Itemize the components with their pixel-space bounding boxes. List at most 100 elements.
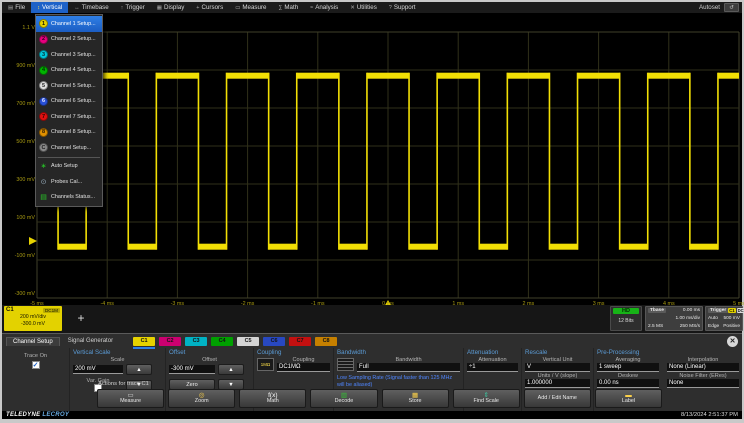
action-buttons-row: ▭Measure◎Zoomf(x)Math▥Decode ▦Store⇕Find … — [97, 389, 662, 408]
trigger-label: Trigger — [708, 308, 728, 313]
dropdown-item-channel-4-setup[interactable]: 4Channel 4 Setup... — [36, 63, 102, 79]
close-panel-button[interactable]: ✕ — [727, 336, 738, 347]
action-button-zoom[interactable]: ◎Zoom — [168, 389, 235, 408]
hd-badge: HD — [613, 308, 639, 314]
dropdown-item-probes-cal[interactable]: ⊙Probes Cal... — [36, 174, 102, 190]
action-button-label[interactable]: ▬Label — [595, 389, 662, 408]
action-button-add-edit-name[interactable]: Add / Edit Name — [524, 389, 591, 408]
menu-item-vertical[interactable]: ↕Vertical — [31, 2, 68, 13]
file-icon: ▤ — [8, 5, 13, 11]
brand-lecroy: LECROY — [42, 412, 69, 418]
clock: 8/13/2024 2:51:37 PM — [681, 412, 738, 418]
waveform-display[interactable]: 1.1 V900 mV700 mV500 mV300 mV100 mV-100 … — [2, 13, 742, 305]
channel-button-c3[interactable]: C3 — [185, 337, 207, 346]
dropdown-item-channel-5-setup[interactable]: 5Channel 5 Setup... — [36, 78, 102, 94]
trigger-descriptor[interactable]: Trigger C1 DC Auto500 mV EdgePositive — [705, 306, 743, 331]
interpolation-select[interactable]: None (Linear) — [667, 363, 739, 372]
y-tick-label: -300 mV — [2, 291, 35, 297]
channel-button-c1[interactable]: C1 — [133, 337, 155, 346]
channel-5-badge-icon: 5 — [39, 81, 48, 90]
bandwidth-select[interactable]: Full — [357, 363, 460, 372]
slope-input[interactable]: 1.000000 — [525, 379, 590, 388]
add-trace-button[interactable]: + — [72, 309, 90, 327]
rescale-header: Rescale — [525, 349, 590, 356]
deskew-input[interactable]: 0.00 ns — [597, 379, 659, 388]
menu-item-timebase[interactable]: ↔Timebase — [68, 2, 114, 13]
dropdown-item-channel-1-setup[interactable]: 1Channel 1 Setup... — [36, 16, 102, 32]
timebase-descriptor[interactable]: Tbase0.00 ms 1.00 ms/div 2.5 MS250 MS/s — [645, 306, 703, 331]
arrow-up-icon: ▲ — [228, 367, 233, 373]
dropdown-item-channel-6-setup[interactable]: 6Channel 6 Setup... — [36, 94, 102, 110]
attenuation-select[interactable]: ÷1 — [467, 363, 518, 372]
channel-8-badge-icon: 8 — [39, 128, 48, 137]
action-button-measure[interactable]: ▭Measure — [97, 389, 164, 408]
action-button-find-scale[interactable]: ⇕Find Scale — [453, 389, 520, 408]
vertical-unit-input[interactable]: V — [525, 363, 590, 372]
dropdown-item-auto-setup[interactable]: ∗Auto Setup — [36, 159, 102, 175]
attenuation-header: Attenuation — [467, 349, 518, 356]
autoset-button[interactable]: Autoset — [699, 4, 720, 11]
menu-item-utilities[interactable]: ✕Utilities — [344, 2, 383, 13]
dropdown-item-channel-3-setup[interactable]: 3Channel 3 Setup... — [36, 47, 102, 63]
display-icon: ▦ — [157, 5, 162, 11]
y-tick-label: -100 mV — [2, 253, 35, 259]
menu-item-cursors[interactable]: +Cursors — [190, 2, 229, 13]
probes-cal-icon: ⊙ — [39, 178, 48, 186]
channel-button-c4[interactable]: C4 — [211, 337, 233, 346]
channel-4-badge-icon: 4 — [39, 66, 48, 75]
channel-c1-descriptor[interactable]: C1 DC1M 200 mV/div -300.0 mV — [4, 306, 62, 331]
menu-item-measure[interactable]: ▭Measure — [229, 2, 272, 13]
channel-3-badge-icon: 3 — [39, 50, 48, 59]
offset-input[interactable]: -300 mV — [169, 365, 215, 374]
averaging-input[interactable]: 1 sweep — [597, 363, 659, 372]
dropdown-item-channels-status[interactable]: ▤Channels Status... — [36, 190, 102, 206]
actions-for-trace-label: Actions for trace C1 — [98, 381, 149, 387]
c1-scale: 200 mV/div — [6, 314, 60, 320]
menu-item-file[interactable]: ▤File — [2, 2, 31, 13]
menu-item-analysis[interactable]: ≈Analysis — [304, 2, 344, 13]
undo-autoset-button[interactable]: ↺ — [724, 3, 739, 12]
offset-up-button[interactable]: ▲ — [218, 364, 244, 375]
menu-item-math[interactable]: ∑Math — [272, 2, 304, 13]
timebase-icon: ↔ — [74, 5, 80, 11]
c1-zero-level-marker — [29, 237, 37, 245]
action-button-decode[interactable]: ▥Decode — [310, 389, 377, 408]
channel-button-c5[interactable]: C5 — [237, 337, 259, 346]
hd-bits: 12 Bits — [618, 318, 633, 324]
y-tick-label: 900 mV — [2, 63, 35, 69]
scale-input[interactable]: 200 mV — [73, 365, 123, 374]
menu-item-support[interactable]: ?Support — [383, 2, 422, 13]
channel-button-c2[interactable]: C2 — [159, 337, 181, 346]
descriptor-row: C1 DC1M 200 mV/div -300.0 mV + HD 12 Bit… — [2, 305, 742, 333]
coupling-select[interactable]: DC1MΩ — [277, 363, 330, 372]
channel-button-c6[interactable]: C6 — [263, 337, 285, 346]
tab-channel-setup[interactable]: Channel Setup — [6, 337, 60, 346]
channel-1-badge-icon: 1 — [39, 19, 48, 28]
dropdown-item-channel-setup[interactable]: CChannel Setup... — [36, 140, 102, 156]
brand-teledyne: TELEDYNE — [6, 412, 40, 418]
dropdown-item-channel-7-setup[interactable]: 7Channel 7 Setup... — [36, 109, 102, 125]
menu-bar: ▤File↕Vertical↔Timebase↑Trigger▦Display+… — [2, 2, 742, 13]
analysis-icon: ≈ — [310, 5, 313, 11]
channel-button-c8[interactable]: C8 — [315, 337, 337, 346]
menu-item-display[interactable]: ▦Display — [151, 2, 191, 13]
noise-filter-select[interactable]: None — [667, 379, 739, 388]
tab-signal-generator[interactable]: Signal Generator — [62, 337, 119, 345]
dropdown-item-channel-2-setup[interactable]: 2Channel 2 Setup... — [36, 32, 102, 48]
trigger-type: Edge — [708, 324, 719, 329]
trigger-slope: Positive — [723, 324, 740, 329]
scale-up-button[interactable]: ▲ — [126, 364, 152, 375]
sampling-warning: Low Sampling Rate (Signal faster than 12… — [337, 375, 460, 389]
menu-item-trigger[interactable]: ↑Trigger — [115, 2, 151, 13]
measure-icon: ▭ — [235, 5, 240, 11]
channel-button-c7[interactable]: C7 — [289, 337, 311, 346]
action-button-math[interactable]: f(x)Math — [239, 389, 306, 408]
menu-right: Autoset ↺ — [699, 2, 742, 13]
channel-c-badge-icon: C — [39, 143, 48, 152]
dropdown-item-channel-8-setup[interactable]: 8Channel 8 Setup... — [36, 125, 102, 141]
trace-on-checkbox[interactable]: ✓ — [32, 361, 40, 369]
timebase-scale: 1.00 ms/div — [675, 316, 700, 321]
hd-descriptor[interactable]: HD 12 Bits — [610, 306, 642, 331]
action-button-store[interactable]: ▦Store — [382, 389, 449, 408]
bandwidth-icon — [337, 358, 354, 371]
